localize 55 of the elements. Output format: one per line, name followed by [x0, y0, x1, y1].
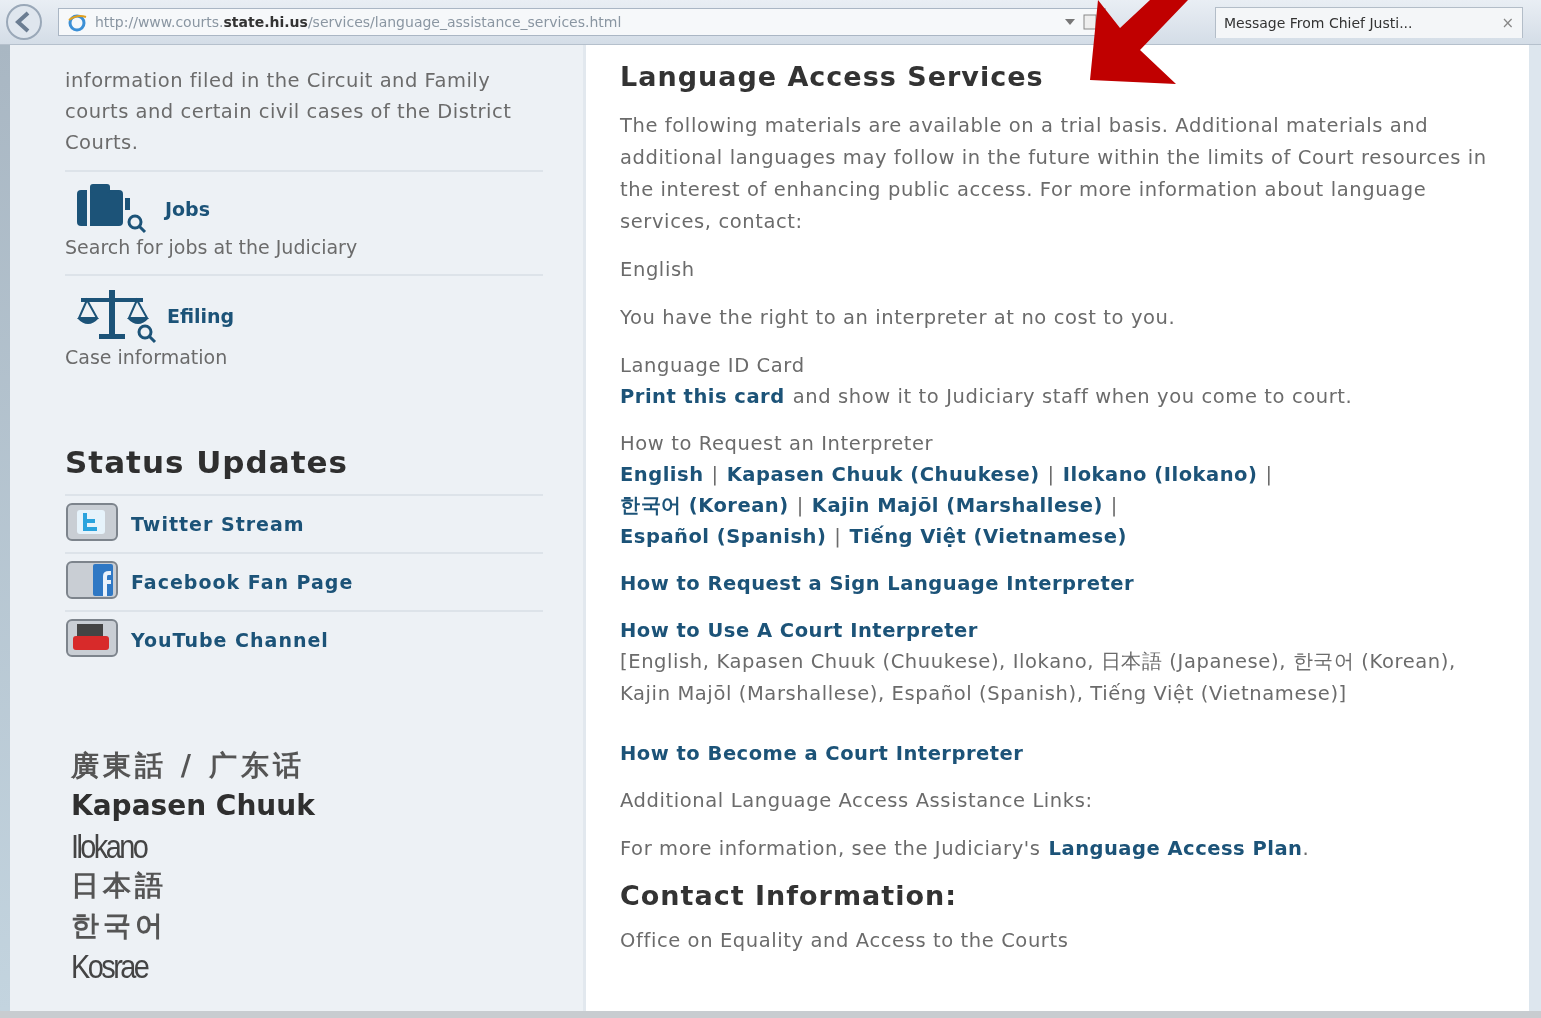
language-link[interactable]: Kosrae: [71, 946, 148, 986]
subheading: Language ID Card: [620, 353, 806, 379]
scales-search-icon[interactable]: [75, 288, 157, 344]
feature-description: Search for jobs at the Judiciary: [65, 236, 359, 258]
language-label: English: [620, 257, 696, 283]
address-bar[interactable]: http://www.courts.state.hi.us/services/language_assistance_services.html: [58, 8, 1106, 36]
separator: |: [1047, 462, 1055, 488]
social-link[interactable]: Twitter Stream: [131, 513, 305, 535]
tab-title: Message From Chief Justi...: [1224, 14, 1413, 31]
language-link[interactable]: Kajin Majōl (Marshallese): [811, 490, 1103, 521]
plan-text: For more information, see the Judiciary's: [620, 837, 1041, 860]
social-link[interactable]: Facebook Fan Page: [131, 571, 354, 593]
language-link[interactable]: 廣東話 / 广东话: [71, 746, 305, 786]
subheading: How to Request an Interpreter: [620, 431, 935, 457]
section-heading: Contact Information:: [620, 880, 958, 911]
language-link[interactable]: Ilokano: [71, 826, 147, 866]
section-heading: Status Updates: [65, 444, 349, 480]
intro-paragraph: The following materials are available on a trial basis. Additional materials and additional languages may follow in the future within the limits of Court resources in the interest of enhancing public access. For more information about language services, contact:: [620, 113, 1488, 235]
caret-icon[interactable]: [1065, 19, 1075, 25]
print-card-link[interactable]: Print this card: [620, 385, 785, 408]
separator: |: [711, 462, 719, 488]
language-link[interactable]: Español (Spanish): [620, 521, 827, 552]
language-link[interactable]: Ilokano (Ilokano): [1062, 459, 1258, 490]
access-plan-link[interactable]: Language Access Plan: [1048, 837, 1303, 860]
court-interpreter-link[interactable]: How to Use A Court Interpreter: [620, 619, 978, 642]
sign-language-link[interactable]: How to Request a Sign Language Interpreter: [620, 572, 1135, 595]
period-text: .: [1302, 837, 1310, 860]
language-link[interactable]: 한국어 (Korean): [620, 490, 789, 521]
language-link[interactable]: English: [620, 459, 704, 490]
back-icon[interactable]: [4, 2, 44, 42]
card-instruction: and show it to Judiciary staff when you come to court.: [792, 385, 1353, 408]
feature-description: Case information: [65, 346, 229, 368]
separator: |: [1110, 493, 1119, 519]
office-text: Office on Equality and Access to the Courts: [620, 928, 1070, 954]
page-icon[interactable]: [1083, 14, 1097, 30]
browser-logo-icon: [67, 12, 87, 32]
feature-link[interactable]: Efiling: [167, 305, 235, 327]
separator: |: [1265, 462, 1273, 488]
separator: |: [796, 493, 804, 519]
language-link[interactable]: Kapasen Chuuk (Chuukese): [726, 459, 1040, 490]
rights-text: You have the right to an interpreter at no cost to you.: [620, 305, 1177, 331]
social-link[interactable]: YouTube Channel: [131, 629, 329, 651]
language-link[interactable]: Tiếng Việt (Vietnamese): [849, 521, 1127, 552]
url-text: http://www.courts.state.hi.us/services/language_assistance_services.html: [95, 14, 623, 30]
become-interpreter-link[interactable]: How to Become a Court Interpreter: [620, 742, 1024, 765]
language-link[interactable]: Kapasen Chuuk: [71, 786, 315, 826]
page-title: Language Access Services: [620, 61, 1045, 92]
language-link[interactable]: 한국어: [71, 906, 167, 946]
language-link[interactable]: 日本語: [71, 866, 167, 906]
sidebar-text: information filed in the Circuit and Family courts and certain civil cases of the District Courts.: [65, 68, 513, 156]
assistance-text: Additional Language Access Assistance Links:: [620, 788, 1094, 814]
separator: |: [834, 524, 842, 550]
browser-tab[interactable]: Message From Chief Justi... ×: [1215, 6, 1523, 38]
language-list-text: [English, Kapasen Chuuk (Chuukese), Ilokano, 日本語 (Japanese), 한국어 (Korean), Kajin Majōl (Marshallese), Español (Spanish), Tiếng Việt (Vietnamese)]: [620, 649, 1457, 707]
feature-link[interactable]: Jobs: [165, 198, 211, 220]
